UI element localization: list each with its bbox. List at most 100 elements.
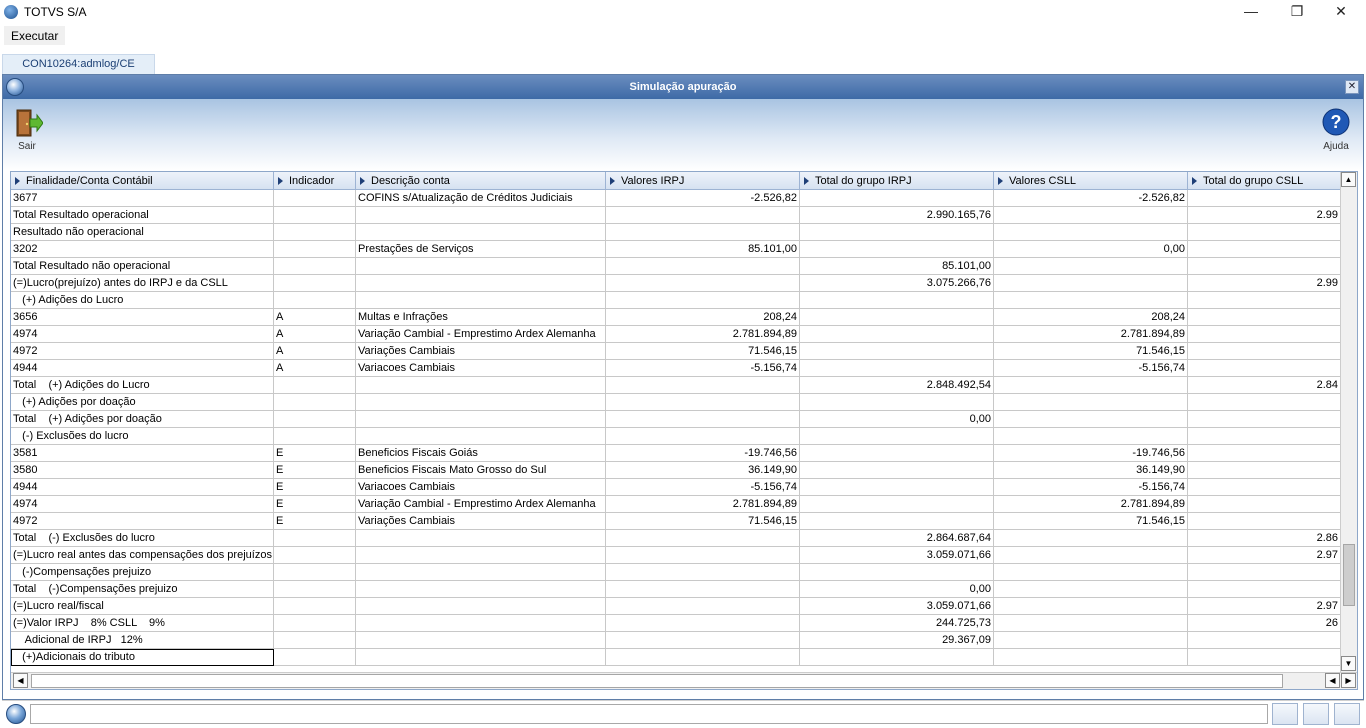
table-cell[interactable] bbox=[800, 513, 994, 530]
table-row[interactable]: Total (-) Exclusões do lucro 2.864.687,64… bbox=[11, 530, 1341, 547]
table-cell[interactable] bbox=[1188, 224, 1341, 241]
table-cell[interactable] bbox=[274, 428, 356, 445]
table-cell[interactable]: A bbox=[274, 343, 356, 360]
table-cell[interactable] bbox=[1188, 445, 1341, 462]
table-cell[interactable] bbox=[994, 564, 1188, 581]
table-cell[interactable] bbox=[994, 547, 1188, 564]
table-cell[interactable]: Variações Cambiais bbox=[356, 343, 606, 360]
table-cell[interactable] bbox=[356, 428, 606, 445]
scroll-left-end-icon[interactable]: ◀ bbox=[1325, 673, 1340, 688]
table-cell[interactable] bbox=[800, 190, 994, 207]
status-chat-icon[interactable] bbox=[1334, 703, 1360, 725]
table-cell[interactable]: 4944 bbox=[11, 360, 274, 377]
table-row[interactable]: 3580 E Beneficios Fiscais Mato Grosso do S… bbox=[11, 462, 1341, 479]
table-cell[interactable] bbox=[994, 581, 1188, 598]
table-cell[interactable] bbox=[1188, 428, 1341, 445]
sair-button[interactable]: Sair bbox=[9, 107, 45, 152]
table-cell[interactable]: 244.725,73 bbox=[800, 615, 994, 632]
table-row[interactable]: Adicional de IRPJ 12% 29.367,09 bbox=[11, 632, 1341, 649]
table-cell[interactable]: -2.526,82 bbox=[606, 190, 800, 207]
table-cell[interactable]: Variações Cambiais bbox=[356, 513, 606, 530]
table-row[interactable]: 4972 E Variações Cambiais 71.546,15 71.546,1… bbox=[11, 513, 1341, 530]
table-cell[interactable] bbox=[800, 649, 994, 666]
table-cell[interactable]: 2.86 bbox=[1188, 530, 1341, 547]
table-cell[interactable] bbox=[606, 258, 800, 275]
table-cell[interactable] bbox=[994, 428, 1188, 445]
table-cell[interactable] bbox=[994, 615, 1188, 632]
table-cell[interactable]: Variação Cambial - Emprestimo Ardex Alem… bbox=[356, 496, 606, 513]
table-row[interactable]: 4974 E Variação Cambial - Emprestimo Ardex… bbox=[11, 496, 1341, 513]
table-cell[interactable] bbox=[606, 377, 800, 394]
table-cell[interactable] bbox=[994, 649, 1188, 666]
column-header-1[interactable]: Indicador bbox=[274, 172, 356, 190]
table-cell[interactable] bbox=[800, 394, 994, 411]
table-cell[interactable]: -19.746,56 bbox=[994, 445, 1188, 462]
table-cell[interactable] bbox=[1188, 496, 1341, 513]
ajuda-button[interactable]: ? Ajuda bbox=[1318, 107, 1354, 152]
table-cell[interactable]: (+)Adicionais do tributo bbox=[11, 649, 274, 666]
table-cell[interactable] bbox=[356, 581, 606, 598]
table-cell[interactable]: Beneficios Fiscais Goiás bbox=[356, 445, 606, 462]
table-row[interactable]: Total Resultado não operacional 85.101,00 bbox=[11, 258, 1341, 275]
table-cell[interactable]: 71.546,15 bbox=[994, 343, 1188, 360]
table-cell[interactable]: 4972 bbox=[11, 513, 274, 530]
table-cell[interactable]: Total (+) Adições do Lucro bbox=[11, 377, 274, 394]
table-cell[interactable]: Total Resultado não operacional bbox=[11, 258, 274, 275]
table-cell[interactable]: 0,00 bbox=[800, 581, 994, 598]
table-cell[interactable]: 2.84 bbox=[1188, 377, 1341, 394]
table-cell[interactable] bbox=[356, 224, 606, 241]
column-header-0[interactable]: Finalidade/Conta Contábil bbox=[11, 172, 274, 190]
table-cell[interactable] bbox=[800, 241, 994, 258]
table-cell[interactable]: A bbox=[274, 326, 356, 343]
table-row[interactable]: (+) Adições por doação bbox=[11, 394, 1341, 411]
table-cell[interactable]: E bbox=[274, 479, 356, 496]
table-cell[interactable] bbox=[606, 564, 800, 581]
table-row[interactable]: 4974 A Variação Cambial - Emprestimo Ardex… bbox=[11, 326, 1341, 343]
table-cell[interactable]: Multas e Infrações bbox=[356, 309, 606, 326]
table-cell[interactable]: 0,00 bbox=[800, 411, 994, 428]
table-cell[interactable]: Total (-)Compensações prejuizo bbox=[11, 581, 274, 598]
table-row[interactable]: Total (+) Adições por doação 0,00 bbox=[11, 411, 1341, 428]
table-cell[interactable]: 3580 bbox=[11, 462, 274, 479]
table-cell[interactable] bbox=[356, 411, 606, 428]
table-cell[interactable] bbox=[606, 547, 800, 564]
table-cell[interactable]: 3.075.266,76 bbox=[800, 275, 994, 292]
table-cell[interactable]: Variacoes Cambiais bbox=[356, 360, 606, 377]
table-cell[interactable]: 2.97 bbox=[1188, 598, 1341, 615]
table-cell[interactable] bbox=[274, 275, 356, 292]
table-cell[interactable]: 71.546,15 bbox=[606, 343, 800, 360]
status-printer-icon[interactable] bbox=[1303, 703, 1329, 725]
table-cell[interactable] bbox=[356, 632, 606, 649]
table-cell[interactable]: 71.546,15 bbox=[606, 513, 800, 530]
table-cell[interactable] bbox=[994, 292, 1188, 309]
table-cell[interactable] bbox=[606, 394, 800, 411]
table-cell[interactable] bbox=[274, 615, 356, 632]
table-cell[interactable] bbox=[274, 564, 356, 581]
tab-con10264[interactable]: CON10264:admlog/CE bbox=[2, 54, 155, 74]
scroll-up-icon[interactable]: ▲ bbox=[1341, 172, 1356, 187]
table-cell[interactable] bbox=[994, 207, 1188, 224]
status-tools-icon[interactable] bbox=[1272, 703, 1298, 725]
table-cell[interactable]: 3677 bbox=[11, 190, 274, 207]
table-cell[interactable]: 2.781.894,89 bbox=[606, 326, 800, 343]
minimize-icon[interactable]: — bbox=[1228, 0, 1274, 24]
table-cell[interactable]: 36.149,90 bbox=[606, 462, 800, 479]
table-cell[interactable] bbox=[800, 326, 994, 343]
table-row[interactable]: (+) Adições do Lucro bbox=[11, 292, 1341, 309]
table-cell[interactable] bbox=[274, 598, 356, 615]
table-cell[interactable] bbox=[606, 615, 800, 632]
table-cell[interactable] bbox=[994, 258, 1188, 275]
table-cell[interactable] bbox=[606, 632, 800, 649]
table-cell[interactable] bbox=[606, 224, 800, 241]
table-cell[interactable]: Variacoes Cambiais bbox=[356, 479, 606, 496]
table-cell[interactable] bbox=[800, 292, 994, 309]
table-cell[interactable] bbox=[356, 564, 606, 581]
table-cell[interactable]: E bbox=[274, 513, 356, 530]
table-cell[interactable] bbox=[800, 224, 994, 241]
table-row[interactable]: (=)Lucro real/fiscal 3.059.071,66 2.97 bbox=[11, 598, 1341, 615]
table-cell[interactable]: Total Resultado operacional bbox=[11, 207, 274, 224]
table-cell[interactable] bbox=[274, 207, 356, 224]
table-cell[interactable] bbox=[356, 530, 606, 547]
table-cell[interactable] bbox=[606, 411, 800, 428]
table-cell[interactable]: 2.781.894,89 bbox=[994, 326, 1188, 343]
